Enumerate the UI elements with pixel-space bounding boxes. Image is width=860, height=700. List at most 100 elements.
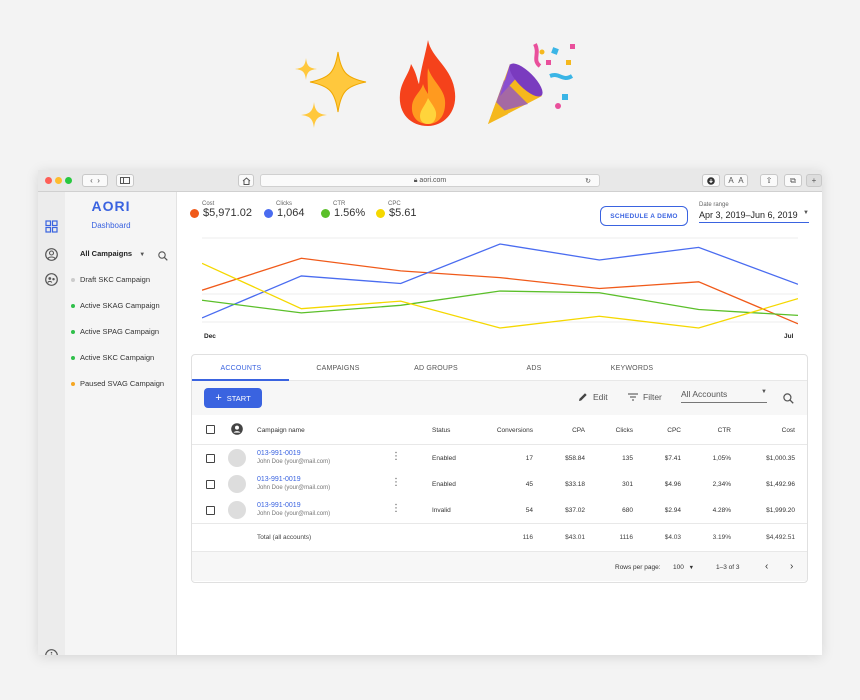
header-clicks[interactable]: Clicks [616,427,633,434]
row-checkbox[interactable] [206,454,215,463]
metric-value: 1.56% [334,207,366,219]
rows-per-page-label: Rows per page: [615,564,661,571]
status-dot [71,381,75,386]
sidebar-campaign-label: Paused SVAG Campaign [80,379,165,388]
main-content: Cost $5,971.02 Clicks 1,064 CTR 1.56% CPC $5.61… [178,192,822,655]
sidebar-campaign-label: Active SPAG Campaign [80,327,160,336]
table-row[interactable]: 013-991-0019 John Doe (your@mail.com) ⋮ Ena… [192,471,807,497]
filter-button[interactable]: Filter [628,392,662,402]
metric-value-row: $5,971.02 [190,207,252,219]
chart-x-start-label: Dec [204,333,216,340]
text-smaller-button[interactable]: A [728,176,733,185]
campaign-owner: John Doe (your@mail.com) [257,485,331,491]
tab-accounts[interactable]: ACCOUNTS [211,365,271,372]
table-search-icon[interactable] [783,391,794,409]
total-cost: $4,492.51 [766,534,795,541]
sidebar-campaign-item[interactable]: Active SPAG Campaign [71,327,159,336]
schedule-demo-button[interactable]: SCHEDULE A DEMO [600,206,688,226]
share-icon[interactable]: ⇧ [760,174,778,187]
metric-value-row: 1,064 [264,207,305,219]
metric-ctr[interactable]: CTR 1.56% [321,201,365,219]
header-cost[interactable]: Cost [782,427,795,434]
chart-line-cpc [202,262,798,329]
sidebar-campaign-item[interactable]: Draft SKC Campaign [71,275,150,284]
cpc-cell: $7.41 [664,455,681,462]
tab-keywords[interactable]: KEYWORDS [602,365,662,372]
more-options-icon[interactable]: ⋮ [391,504,401,514]
dashboard-link[interactable]: Dashboard [89,221,133,230]
close-window-button[interactable] [45,177,52,184]
sidebar-toggle-icon[interactable] [116,174,134,187]
sidebar-campaign-item[interactable]: Paused SVAG Campaign [71,379,164,388]
conversions-cell: 54 [525,507,533,514]
metric-color-dot [376,208,385,218]
start-button[interactable]: + START [204,388,262,408]
download-icon[interactable] [702,174,720,187]
group-icon[interactable] [45,273,58,286]
more-options-icon[interactable]: ⋮ [391,478,401,488]
header-campaign-name[interactable]: Campaign name [257,427,305,434]
account-select[interactable]: All Accounts ▼ [681,389,767,403]
header-status[interactable]: Status [432,427,450,434]
table-body: 013-991-0019 John Doe (your@mail.com) ⋮ Ena… [192,445,807,523]
minimize-window-button[interactable] [55,177,62,184]
cpa-cell: $58.84 [565,455,585,462]
metric-cost[interactable]: Cost $5,971.02 [190,201,252,219]
header-cpa[interactable]: CPA [572,427,585,434]
search-icon[interactable] [158,248,168,266]
text-size-buttons[interactable]: A A [724,174,748,187]
metric-cpc[interactable]: CPC $5.61 [376,201,417,219]
date-range-value: Apr 3, 2019–Jun 6, 2019 [699,210,798,220]
reload-icon[interactable]: ↻ [585,177,591,185]
account-icon[interactable] [45,248,58,261]
campaign-name-link[interactable]: 013-991-0019 [257,502,301,509]
date-range-picker[interactable]: Date range Apr 3, 2019–Jun 6, 2019 ▼ [699,202,809,223]
rows-per-page-select[interactable]: 100 ▼ [673,564,694,571]
dashboard-grid-icon[interactable] [45,220,58,233]
tabs-overview-icon[interactable]: ⧉ [784,174,802,187]
home-icon[interactable] [238,174,254,187]
account-circle-icon [231,423,243,437]
text-larger-button[interactable]: A [738,176,743,185]
metric-value: 1,064 [277,207,305,219]
tab-campaigns[interactable]: CAMPAIGNS [308,365,368,372]
aori-logo[interactable]: AORI [89,198,133,214]
select-all-checkbox[interactable] [206,425,215,434]
forward-icon[interactable]: › [97,176,100,185]
sidebar-campaign-item[interactable]: Active SKAG Campaign [71,301,160,310]
back-icon[interactable]: ‹ [90,176,93,185]
cpa-cell: $33.18 [565,481,585,488]
sidebar-campaign-item[interactable]: Active SKC Campaign [71,353,154,362]
metric-value-row: $5.61 [376,207,417,219]
next-page-icon[interactable]: › [790,561,793,572]
fire-icon [393,38,463,128]
new-tab-icon[interactable]: + [806,174,822,187]
date-range-select[interactable]: Apr 3, 2019–Jun 6, 2019 ▼ [699,210,809,223]
previous-page-icon[interactable]: ‹ [765,561,768,572]
edit-button[interactable]: Edit [578,392,608,402]
tab-ad-groups[interactable]: AD GROUPS [406,365,466,372]
table-row[interactable]: 013-991-0019 John Doe (your@mail.com) ⋮ Inv… [192,497,807,523]
table-row[interactable]: 013-991-0019 John Doe (your@mail.com) ⋮ Ena… [192,445,807,471]
row-checkbox[interactable] [206,480,215,489]
info-icon[interactable] [45,649,58,655]
header-cpc[interactable]: CPC [667,427,681,434]
sparkles-icon [290,44,380,134]
address-bar[interactable]: 🔒︎ aori.com ↻ [260,174,600,187]
sidebar: AORI Dashboard All Campaigns ▼ Draft SKC… [65,192,177,655]
maximize-window-button[interactable] [65,177,72,184]
sidebar-campaign-label: Draft SKC Campaign [80,275,151,284]
campaign-name-link[interactable]: 013-991-0019 [257,476,301,483]
more-options-icon[interactable]: ⋮ [391,452,401,462]
header-ctr[interactable]: CTR [718,427,731,434]
nav-rail [38,192,65,655]
campaign-name-link[interactable]: 013-991-0019 [257,450,301,457]
back-forward-buttons[interactable]: ‹ › [82,174,108,187]
metric-clicks[interactable]: Clicks 1,064 [264,201,305,219]
header-conversions[interactable]: Conversions [497,427,533,434]
campaign-filter-dropdown[interactable]: All Campaigns ▼ [80,249,145,258]
sidebar-campaign-label: Active SKC Campaign [80,353,155,362]
tab-ads[interactable]: ADS [504,365,564,372]
table-toolbar: + START Edit Filter All Accounts ▼ [192,381,807,415]
row-checkbox[interactable] [206,506,215,515]
